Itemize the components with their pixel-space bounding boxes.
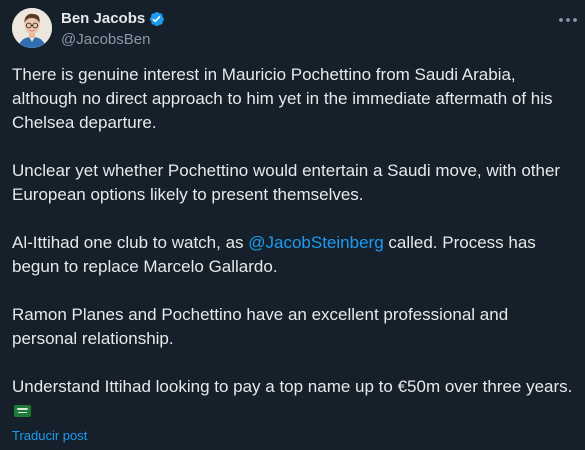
tweet-paragraph-5: Understand Ittihad looking to pay a top … (12, 375, 577, 423)
avatar-image (12, 8, 52, 48)
paragraph-5-text: Understand Ittihad looking to pay a top … (12, 377, 573, 396)
paragraph-3-text-before: Al-Ittihad one club to watch, as (12, 233, 249, 252)
display-name-row[interactable]: Ben Jacobs (61, 9, 166, 29)
more-horizontal-icon (559, 18, 577, 22)
display-name: Ben Jacobs (61, 10, 146, 27)
more-options-button[interactable] (557, 10, 579, 30)
avatar[interactable] (12, 8, 52, 48)
mention-link[interactable]: @JacobSteinberg (248, 233, 383, 252)
tweet-text: There is genuine interest in Mauricio Po… (12, 63, 577, 423)
author-block: Ben Jacobs @JacobsBen (61, 9, 166, 50)
saudi-flag-emoji (14, 405, 31, 417)
tweet: Ben Jacobs @JacobsBen There is genuine i… (0, 0, 585, 450)
tweet-paragraph-4: Ramon Planes and Pochettino have an exce… (12, 305, 509, 348)
handle[interactable]: @JacobsBen (61, 30, 166, 50)
translate-post-link[interactable]: Traducir post (12, 428, 87, 444)
tweet-paragraph-1: There is genuine interest in Mauricio Po… (12, 65, 553, 132)
tweet-paragraph-3: Al-Ittihad one club to watch, as @JacobS… (12, 231, 577, 279)
tweet-paragraph-2: Unclear yet whether Pochettino would ent… (12, 161, 561, 204)
verified-badge-icon (148, 10, 166, 28)
